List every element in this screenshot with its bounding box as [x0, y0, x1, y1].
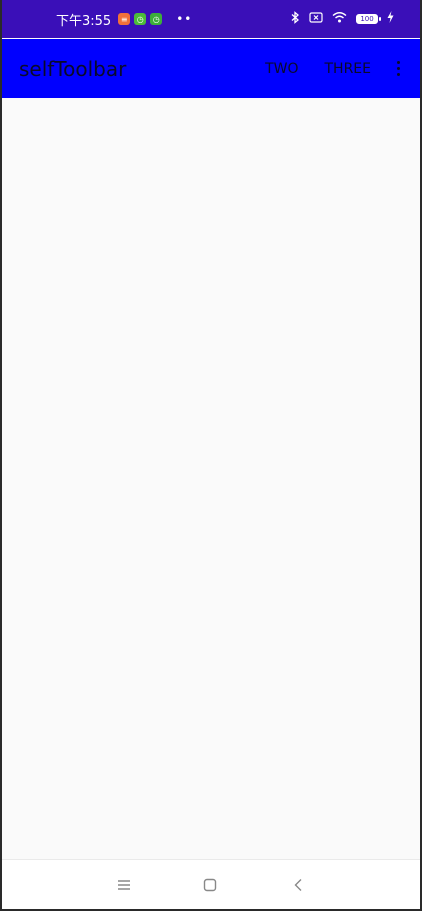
content-area — [2, 98, 420, 859]
status-time: 下午3:55 — [56, 13, 112, 29]
navigation-bar — [2, 859, 420, 909]
home-icon[interactable] — [190, 860, 230, 909]
status-left: 下午3:55 ≡ ◷ ◷ •• — [56, 10, 192, 29]
charging-icon — [387, 11, 394, 27]
app-screen: 下午3:55 ≡ ◷ ◷ •• 100 selfToolbar TWO THRE… — [2, 0, 420, 909]
green-app-notification-icon: ◷ — [150, 13, 163, 25]
more-notifications-indicator: •• — [176, 12, 193, 26]
battery-icon: 100 — [356, 14, 381, 24]
green-app-notification-icon: ◷ — [134, 13, 147, 25]
action-three-button[interactable]: THREE — [312, 39, 385, 98]
more-vert-icon[interactable] — [384, 39, 412, 98]
toolbar-title: selfToolbar — [19, 56, 127, 81]
back-icon[interactable] — [278, 860, 318, 909]
no-sim-icon — [309, 11, 323, 27]
orange-app-notification-icon: ≡ — [118, 13, 131, 25]
status-right: 100 — [291, 10, 394, 28]
menu-icon[interactable] — [104, 860, 144, 909]
wifi-icon — [332, 11, 347, 27]
toolbar: selfToolbar TWO THREE — [2, 39, 420, 98]
action-two-button[interactable]: TWO — [252, 39, 311, 98]
bluetooth-icon — [291, 10, 300, 28]
toolbar-actions: TWO THREE — [252, 39, 420, 98]
status-bar: 下午3:55 ≡ ◷ ◷ •• 100 — [2, 0, 420, 38]
battery-level: 100 — [357, 15, 377, 23]
